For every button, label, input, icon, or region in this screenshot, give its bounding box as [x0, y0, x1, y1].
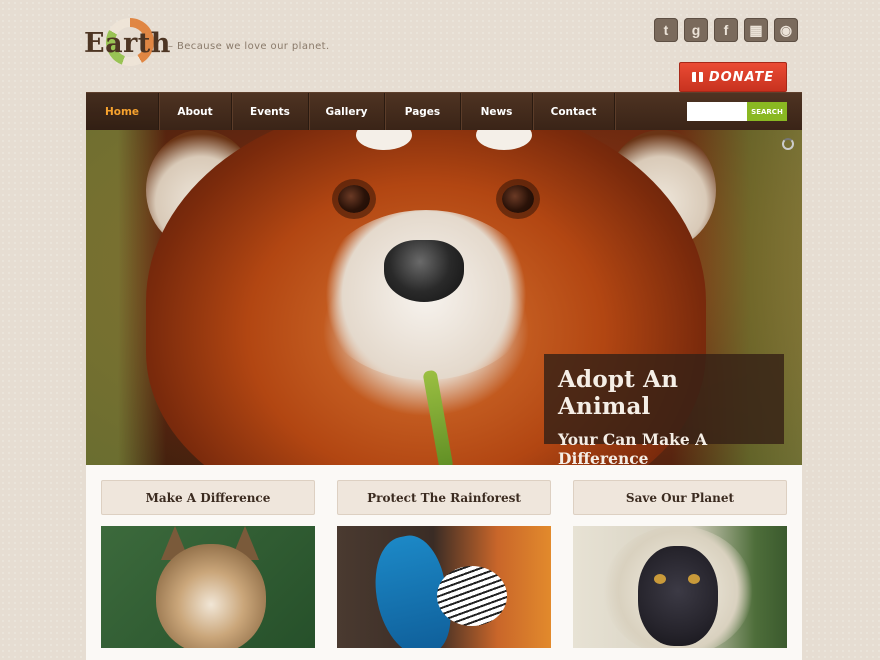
monkey-eye-right: [688, 574, 700, 584]
nav-item-contact[interactable]: Contact: [533, 92, 615, 131]
hero-caption-subtitle: Your Can Make A Difference: [558, 430, 708, 465]
hero-caption-title: Adopt An Animal: [558, 366, 679, 420]
slider-loader-icon: [782, 138, 794, 150]
donate-button[interactable]: DONATE: [679, 62, 787, 92]
feature-title[interactable]: Make A Difference: [101, 480, 315, 515]
calendar-icon[interactable]: ▦: [744, 18, 768, 42]
lynx-face: [156, 544, 266, 648]
parrot-face: [437, 566, 507, 626]
search-button[interactable]: SEARCH: [747, 102, 787, 121]
panda-brow-left: [356, 130, 412, 150]
search-input[interactable]: [687, 102, 747, 121]
feature-title[interactable]: Protect The Rainforest: [337, 480, 551, 515]
lynx-image[interactable]: [101, 526, 315, 648]
feature-card: Protect The Rainforest: [337, 480, 551, 648]
features-section: Make A Difference Protect The Rainforest…: [86, 465, 802, 660]
main-nav: Home About Events Gallery Pages News Con…: [86, 92, 802, 131]
nav-item-about[interactable]: About: [159, 92, 232, 131]
panda-eye-left: [338, 185, 370, 213]
panda-brow-right: [476, 130, 532, 150]
gift-icon: [691, 72, 703, 82]
monkey-eye-left: [654, 574, 666, 584]
feature-title[interactable]: Save Our Planet: [573, 480, 787, 515]
hero-slider[interactable]: Adopt An Animal Your Can Make A Differen…: [86, 130, 802, 465]
nav-item-gallery[interactable]: Gallery: [309, 92, 385, 131]
social-links: t g f ▦ ◉: [654, 18, 798, 42]
hero-caption[interactable]: Adopt An Animal Your Can Make A Differen…: [544, 354, 784, 465]
panda-nose: [384, 240, 464, 302]
nav-item-news[interactable]: News: [461, 92, 533, 131]
facebook-icon[interactable]: f: [714, 18, 738, 42]
feature-card: Save Our Planet: [573, 480, 787, 648]
monkey-face: [638, 546, 718, 646]
feature-card: Make A Difference: [101, 480, 315, 648]
nav-item-pages[interactable]: Pages: [385, 92, 461, 131]
monkey-image[interactable]: [573, 526, 787, 648]
googleplus-icon[interactable]: g: [684, 18, 708, 42]
donate-label: DONATE: [708, 69, 775, 85]
site-logo[interactable]: Earth: [84, 18, 170, 70]
search-form: SEARCH: [687, 102, 787, 121]
twitter-icon[interactable]: t: [654, 18, 678, 42]
logo-text: Earth: [84, 28, 171, 59]
parrot-image[interactable]: [337, 526, 551, 648]
rss-icon[interactable]: ◉: [774, 18, 798, 42]
panda-eye-right: [502, 185, 534, 213]
nav-item-home[interactable]: Home: [86, 92, 159, 131]
tagline: – Because we love our planet.: [168, 41, 330, 52]
nav-item-events[interactable]: Events: [232, 92, 309, 131]
